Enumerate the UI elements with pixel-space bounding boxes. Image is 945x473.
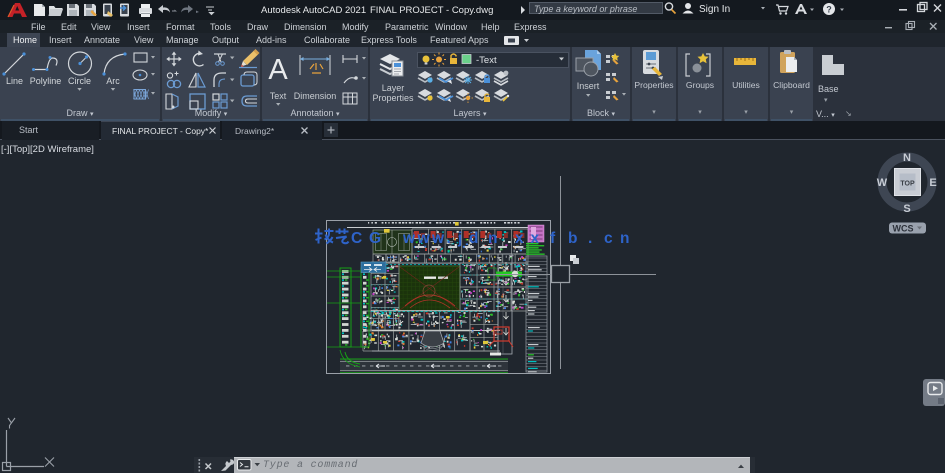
svg-text:WCS: WCS <box>893 224 914 234</box>
svg-text:d: d <box>469 230 478 247</box>
svg-text:j: j <box>457 230 462 247</box>
svg-text:.: . <box>588 230 592 247</box>
svg-text:x: x <box>531 230 540 247</box>
svg-text:w: w <box>402 230 416 247</box>
svg-text:S: S <box>903 203 910 215</box>
svg-text:x: x <box>515 230 524 247</box>
svg-text:n: n <box>620 230 629 247</box>
svg-text:TOP: TOP <box>900 181 915 188</box>
svg-text:C: C <box>351 230 362 247</box>
svg-text:w: w <box>431 230 445 247</box>
svg-text:.: . <box>447 230 451 247</box>
svg-text:W: W <box>877 177 888 189</box>
svg-text:G: G <box>369 230 381 247</box>
svg-text:n: n <box>488 230 497 247</box>
svg-text:w: w <box>417 230 431 247</box>
svg-text:E: E <box>929 177 936 189</box>
svg-text:f: f <box>550 230 556 247</box>
svg-text:c: c <box>604 230 613 247</box>
svg-text:N: N <box>903 152 911 164</box>
svg-text:b: b <box>568 230 577 247</box>
